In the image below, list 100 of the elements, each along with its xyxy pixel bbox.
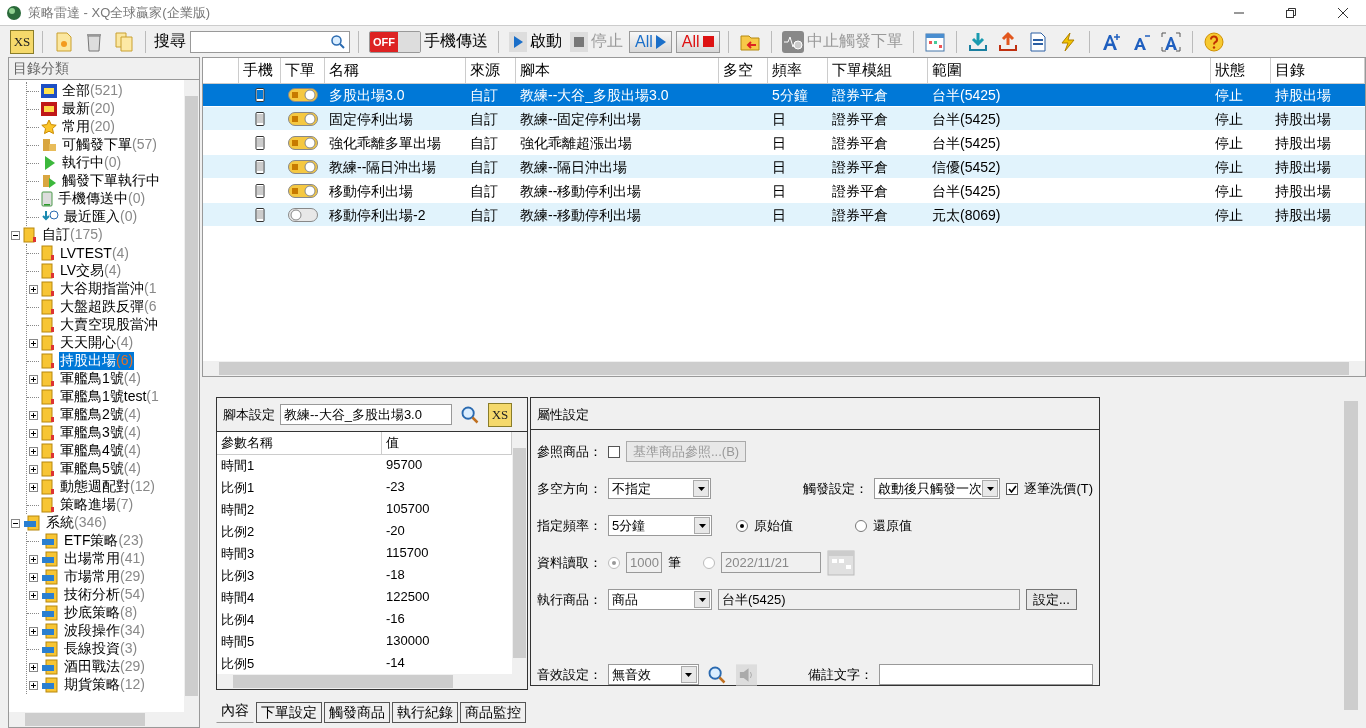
phone-icon <box>255 87 265 102</box>
order-toggle-icon[interactable] <box>288 183 318 198</box>
tree-item[interactable]: 最新(20) <box>61 100 116 118</box>
column-header[interactable]: 值 <box>382 432 512 455</box>
expand-toggle-icon[interactable] <box>29 284 38 294</box>
tab[interactable]: 觸發商品 <box>324 702 390 723</box>
tab[interactable]: 下單設定 <box>256 702 322 723</box>
tree-item[interactable]: 最近匯入(0) <box>63 208 139 226</box>
tree-item[interactable]: 技術分析(54) <box>63 586 146 604</box>
column-header[interactable]: 下單 <box>281 58 325 84</box>
dropdown[interactable]: 無音效 <box>608 664 699 685</box>
start-button[interactable]: 啟動 <box>507 28 564 55</box>
expand-toggle-icon[interactable] <box>29 626 38 636</box>
dropdown[interactable]: 啟動後只觸發一次 <box>873 478 1001 499</box>
column-header[interactable]: 手機 <box>239 58 281 84</box>
expand-toggle-icon[interactable] <box>29 572 38 582</box>
tree-item[interactable]: 期貨策略(12) <box>63 676 146 694</box>
expand-toggle-icon[interactable] <box>29 662 38 672</box>
tree-item[interactable]: 軍艦鳥5號(4) <box>59 460 142 478</box>
tree-item[interactable]: 手機傳送中(0) <box>57 190 147 208</box>
tree-item[interactable]: LV交易(4) <box>59 262 123 280</box>
radio-button[interactable] <box>855 519 867 532</box>
tree-item[interactable]: 長線投資(3) <box>63 640 139 658</box>
expand-toggle-icon[interactable] <box>29 680 38 690</box>
order-toggle-icon[interactable] <box>288 159 318 174</box>
order-toggle-icon[interactable] <box>288 87 318 102</box>
tree-item[interactable]: 觸發下單執行中 <box>61 172 161 190</box>
column-header[interactable]: 頻率 <box>768 58 828 84</box>
expand-toggle-icon[interactable] <box>29 464 38 474</box>
tree-item[interactable]: 酒田戰法(29) <box>63 658 146 676</box>
table-row[interactable]: 移動停利出場-2 自訂 教練--移動停利出場 日 證券平倉 元太(8069) 停止 持股出場 <box>203 203 1365 227</box>
column-header[interactable]: 下單模組 <box>828 58 928 84</box>
tree-item[interactable]: 抄底策略(8) <box>63 604 139 622</box>
column-header[interactable]: 多空 <box>719 58 768 84</box>
stop-all-button[interactable]: All <box>675 30 720 53</box>
tree-item[interactable]: 系統(346) <box>45 514 108 532</box>
tree-item[interactable]: 策略進場(7) <box>59 496 135 514</box>
radio-button[interactable] <box>703 556 715 569</box>
tree-item[interactable]: 出場常用(41) <box>63 550 146 568</box>
collapse-toggle-icon[interactable] <box>11 518 20 528</box>
dropdown[interactable]: 商品 <box>608 589 712 610</box>
note-field[interactable] <box>878 664 1093 685</box>
search-field[interactable] <box>190 30 350 53</box>
table-row[interactable]: 教練--隔日沖出場 自訂 教練--隔日沖出場 日 證券平倉 信優(5452) 停止 持股出場 <box>203 155 1365 179</box>
table-row[interactable]: 多股出場3.0 自訂 教練--大谷_多股出場3.0 5分鐘 證券平倉 台半(5425) 停止 持股出場 <box>203 83 1365 107</box>
expand-toggle-icon[interactable] <box>29 374 38 384</box>
script-field[interactable]: 教練--大谷_多股出場3.0 <box>280 404 452 425</box>
tree-item[interactable]: 全部(521) <box>61 82 124 100</box>
order-toggle-icon[interactable] <box>288 111 318 126</box>
expand-toggle-icon[interactable] <box>29 338 38 348</box>
phone-send-toggle[interactable]: OFF 手機傳送 <box>367 28 490 55</box>
settings-button[interactable]: 設定... <box>1026 589 1077 610</box>
expand-toggle-icon[interactable] <box>29 482 38 492</box>
radio-button[interactable] <box>608 556 620 569</box>
tree-item[interactable]: 軍艦鳥4號(4) <box>59 442 142 460</box>
order-toggle-icon[interactable] <box>288 207 318 222</box>
collapse-toggle-icon[interactable] <box>11 230 20 240</box>
tree-item[interactable]: 軍艦鳥3號(4) <box>59 424 142 442</box>
xs-button[interactable]: XS <box>10 29 34 54</box>
param-name: 時間5 <box>220 633 256 651</box>
tree-item[interactable]: 大谷期指當沖(1 <box>59 280 158 298</box>
tree-item[interactable]: LVTEST(4) <box>59 245 130 261</box>
tree-item[interactable]: 常用(20) <box>61 118 116 136</box>
column-header[interactable]: 狀態 <box>1211 58 1271 84</box>
tab[interactable]: 商品監控 <box>460 702 526 723</box>
tree-item[interactable]: 軍艦鳥1號(4) <box>59 370 142 388</box>
expand-toggle-icon[interactable] <box>29 410 38 420</box>
expand-toggle-icon[interactable] <box>29 590 38 600</box>
tree-item[interactable]: 波段操作(34) <box>63 622 146 640</box>
column-header[interactable]: 來源 <box>466 58 516 84</box>
checkbox[interactable] <box>1006 482 1019 495</box>
start-all-button[interactable]: All <box>629 30 672 53</box>
tree-item[interactable]: 可觸發下單(57) <box>61 136 158 154</box>
dropdown[interactable]: 5分鐘 <box>608 515 712 536</box>
expand-toggle-icon[interactable] <box>29 428 38 438</box>
tree-item[interactable]: 大盤超跌反彈(6 <box>59 298 158 316</box>
tree-item[interactable]: 軍艦鳥1號test(1 <box>59 388 160 406</box>
tree-item[interactable]: ETF策略(23) <box>63 532 145 550</box>
tree-item[interactable]: 大賣空現股當沖 <box>59 316 159 334</box>
radio-button[interactable] <box>736 519 748 532</box>
order-toggle-icon[interactable] <box>288 135 318 150</box>
column-header[interactable]: 目錄 <box>1271 58 1365 84</box>
xs-button[interactable]: XS <box>488 402 512 427</box>
tree-item[interactable]: 市場常用(29) <box>63 568 146 586</box>
checkbox[interactable] <box>608 445 620 458</box>
tree-item[interactable]: 動態週配對(12) <box>59 478 156 496</box>
tree-item[interactable]: 自訂(175) <box>41 226 104 244</box>
column-header[interactable]: 範圍 <box>928 58 1211 84</box>
tab[interactable]: 執行紀錄 <box>392 702 458 723</box>
expand-toggle-icon[interactable] <box>29 446 38 456</box>
tree-item[interactable]: 持股出場(6) <box>59 352 135 370</box>
tree-item[interactable]: 天天開心(4) <box>59 334 135 352</box>
column-header[interactable]: 腳本 <box>516 58 719 84</box>
tree-item[interactable]: 軍艦鳥2號(4) <box>59 406 142 424</box>
tree-item[interactable]: 執行中(0) <box>61 154 123 172</box>
column-header[interactable]: 參數名稱 <box>217 432 382 455</box>
column-header[interactable]: 名稱 <box>325 58 466 84</box>
expand-toggle-icon[interactable] <box>29 554 38 564</box>
dropdown[interactable]: 不指定 <box>608 478 712 499</box>
table-row[interactable]: 固定停利出場 自訂 教練--固定停利出場 日 證券平倉 台半(5425) 停止 持股出場 <box>203 107 1365 131</box>
